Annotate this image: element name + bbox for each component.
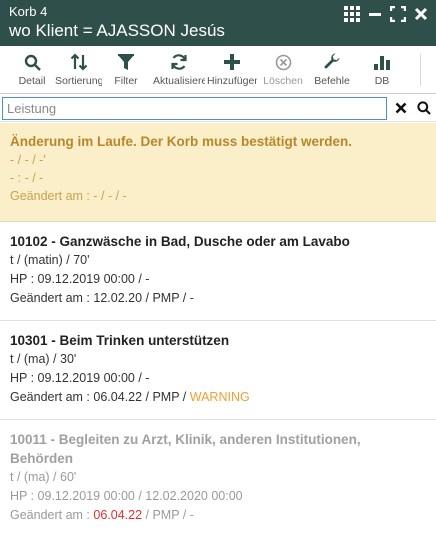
commands-button[interactable]: Befehle — [309, 46, 355, 94]
item-title: 10301 - Beim Trinken unterstützen — [10, 333, 230, 348]
search-icon — [12, 53, 52, 71]
add-button[interactable]: Hinzufügen — [207, 46, 257, 94]
grid-menu-icon[interactable] — [342, 4, 361, 23]
detail-button[interactable]: Detail — [12, 46, 52, 94]
changed-prefix: Geändert am : — [10, 291, 94, 305]
item-schedule: t / (ma) / 30' — [10, 352, 77, 366]
basket-label: Korb 4 — [9, 4, 48, 19]
commands-label: Befehle — [314, 75, 350, 87]
close-icon[interactable] — [411, 4, 430, 23]
filter-label: Filter — [114, 75, 138, 87]
db-label: DB — [374, 75, 390, 87]
item-title: 10102 - Ganzwäsche in Bad, Dusche oder a… — [10, 234, 350, 249]
delete-label: Löschen — [263, 75, 303, 87]
list-item[interactable]: 10102 - Ganzwäsche in Bad, Dusche oder a… — [0, 223, 436, 321]
plus-icon — [207, 53, 257, 71]
list-item[interactable]: 10301 - Beim Trinken unterstützen t / (m… — [0, 322, 436, 420]
sort-button[interactable]: Sortierung — [55, 46, 102, 94]
toolbar: Detail Sortierung Filter Aktualisieren H… — [0, 46, 436, 94]
item-schedule: t / (matin) / 70' — [10, 253, 90, 267]
item-changed: Geändert am : 06.04.22 / PMP / WARNING — [10, 388, 426, 407]
sort-label-text: Sortierung — [55, 75, 102, 87]
toolbar-divider — [420, 54, 421, 86]
search-bar — [0, 95, 436, 122]
changed-suffix: / PMP / - — [142, 291, 194, 305]
item-schedule: t / (ma) / 60' — [10, 470, 77, 484]
filter-icon — [106, 53, 146, 71]
item-period: HP : 09.12.2019 00:00 / - — [10, 371, 150, 385]
window-controls — [342, 4, 430, 23]
notice-line-3: Geändert am : - / - / - — [10, 189, 127, 203]
window-title: wo Klient = AJASSON Jesús — [9, 21, 225, 40]
notice-heading: Änderung im Laufe. Der Korb muss bestäti… — [10, 134, 353, 149]
pending-change-notice: Änderung im Laufe. Der Korb muss bestäti… — [0, 123, 436, 222]
detail-label: Detail — [18, 75, 46, 87]
add-label: Hinzufügen — [207, 75, 257, 87]
changed-date: 06.04.22 — [93, 390, 143, 404]
delete-button[interactable]: Löschen — [260, 46, 306, 94]
changed-prefix: Geändert am : — [10, 508, 94, 522]
minimize-icon[interactable] — [365, 4, 384, 23]
wrench-icon — [309, 53, 355, 71]
filter-button[interactable]: Filter — [106, 46, 146, 94]
item-title: 10011 - Begleiten zu Arzt, Klinik, ander… — [10, 432, 361, 466]
changed-suffix: / PMP / - — [142, 508, 194, 522]
refresh-label: Aktualisieren — [153, 75, 205, 87]
clear-search-icon[interactable] — [391, 98, 411, 118]
maximize-icon[interactable] — [388, 4, 407, 23]
changed-date: 12.02.20 — [93, 291, 143, 305]
list-item[interactable]: 10011 - Begleiten zu Arzt, Klinik, ander… — [0, 421, 436, 538]
refresh-button[interactable]: Aktualisieren — [153, 46, 205, 94]
sort-icon — [55, 53, 102, 71]
changed-date: 06.04.22 — [93, 508, 143, 522]
item-changed: Geändert am : 06.04.22 / PMP / - — [10, 506, 426, 525]
item-period: HP : 09.12.2019 00:00 / - — [10, 272, 150, 286]
refresh-icon — [153, 53, 205, 71]
delete-icon — [260, 53, 306, 71]
search-submit-icon[interactable] — [414, 98, 434, 118]
notice-line-1: - / - / -' — [10, 153, 46, 167]
changed-suffix: / PMP / — [142, 390, 190, 404]
changed-prefix: Geändert am : — [10, 390, 94, 404]
notice-line-2: - : - / - — [10, 171, 44, 185]
status-warning: WARNING — [189, 390, 250, 404]
sort-label: Sortierung — [55, 75, 102, 87]
search-input[interactable] — [2, 97, 387, 120]
window-titlebar: Korb 4 wo Klient = AJASSON Jesús — [0, 0, 436, 46]
item-changed: Geändert am : 12.02.20 / PMP / - — [10, 289, 426, 308]
item-period: HP : 09.12.2019 00:00 / 12.02.2020 00:00 — [10, 489, 243, 503]
bar-chart-icon — [362, 53, 402, 71]
db-button[interactable]: DB — [362, 46, 402, 94]
